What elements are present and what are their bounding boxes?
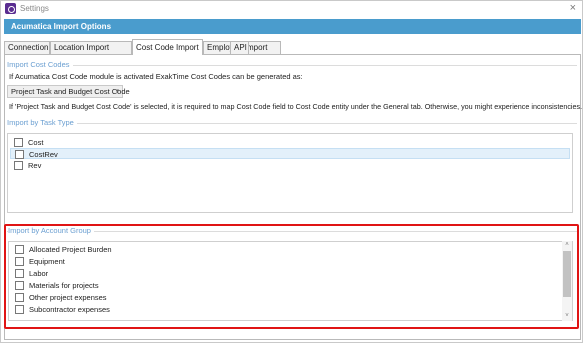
tab-api[interactable]: API <box>230 41 249 54</box>
list-item[interactable]: CostRev <box>10 148 570 159</box>
options-header: Acumatica Import Options <box>4 19 581 34</box>
tab-location-import[interactable]: Location Import <box>50 41 132 54</box>
tab-cost-code-import[interactable]: Cost Code Import <box>132 39 203 55</box>
task-type-list[interactable]: Cost CostRev Rev <box>7 133 573 213</box>
header-title: Acumatica Import Options <box>11 22 112 31</box>
title-bar: Settings × <box>1 1 582 17</box>
cost-code-mode-dropdown[interactable]: Project Task and Budget Cost Code ▾ <box>7 85 130 98</box>
task-type-label: Import by Task Type <box>7 118 77 127</box>
import-cost-codes-divider <box>7 65 577 66</box>
import-cost-codes-label: Import Cost Codes <box>7 60 73 69</box>
list-item-label: Rev <box>28 161 42 170</box>
settings-window: Settings × Acumatica Import Options Conn… <box>0 0 583 343</box>
window-title: Settings <box>20 4 49 13</box>
task-type-divider <box>7 123 577 124</box>
tab-connection[interactable]: Connection <box>4 41 50 54</box>
checkbox[interactable] <box>14 161 23 170</box>
list-item[interactable]: Cost <box>10 137 570 148</box>
chevron-down-icon: ▾ <box>115 88 119 95</box>
app-logo-icon <box>5 3 16 14</box>
account-group-highlight <box>4 224 579 329</box>
cost-code-warning: If 'Project Task and Budget Cost Code' i… <box>9 102 583 111</box>
checkbox[interactable] <box>15 150 24 159</box>
checkbox[interactable] <box>14 138 23 147</box>
list-item[interactable]: Rev <box>10 160 570 171</box>
close-icon[interactable]: × <box>570 2 576 14</box>
dropdown-value: Project Task and Budget Cost Code <box>11 87 130 96</box>
cost-codes-description: If Acumatica Cost Code module is activat… <box>9 72 303 81</box>
list-item-label: CostRev <box>29 150 58 159</box>
list-item-label: Cost <box>28 138 44 147</box>
